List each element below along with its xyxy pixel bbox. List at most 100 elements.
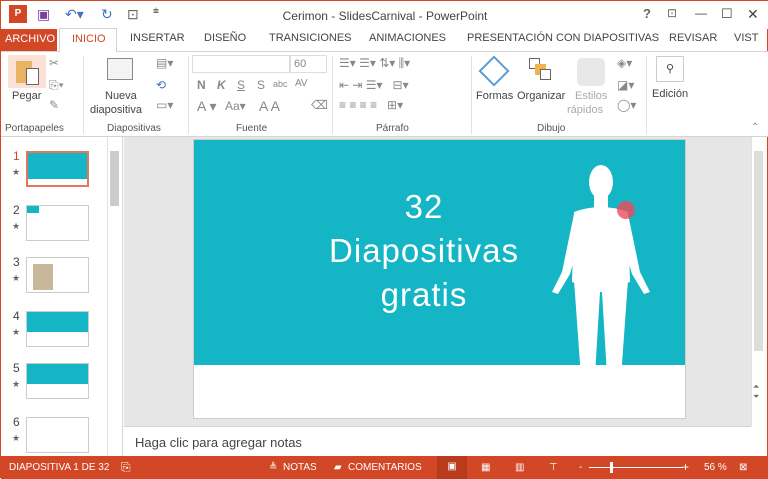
minimize-button[interactable]: — xyxy=(695,6,707,20)
strikethrough-button[interactable]: abc xyxy=(273,79,288,89)
slide-canvas[interactable]: 32 Diapositivas gratis xyxy=(193,139,686,419)
slide-thumbnail[interactable] xyxy=(26,363,89,399)
slide-sorter-button[interactable]: ▦ xyxy=(481,462,490,473)
human-body-illustration xyxy=(552,165,650,392)
italic-button[interactable]: K xyxy=(217,78,226,92)
thumb-number: 5 xyxy=(13,361,20,375)
status-bar: DIAPOSITIVA 1 DE 32 ⎘ ≜ NOTAS ▰ COMENTAR… xyxy=(1,456,768,479)
font-size-input[interactable]: 60 xyxy=(290,55,327,73)
slide-counter: DIAPOSITIVA 1 DE 32 xyxy=(9,462,110,473)
tab-inicio[interactable]: INICIO xyxy=(59,28,117,52)
maximize-button[interactable]: ☐ xyxy=(721,6,733,22)
fit-to-window-icon[interactable]: ⊠ xyxy=(739,462,747,473)
reading-view-button[interactable]: ▥ xyxy=(515,462,524,473)
indent-icon[interactable]: ⇤ ⇥ ☰▾ ⊟▾ xyxy=(339,78,409,92)
pain-point-marker xyxy=(617,201,635,219)
title-bar: P ▣ ↶▾ ↻ ⊡ ⩧ Cerimon - SlidesCarnival - … xyxy=(1,1,768,29)
slide-thumbnail[interactable] xyxy=(26,257,89,293)
zoom-in-button[interactable]: + xyxy=(682,460,689,474)
close-button[interactable]: ✕ xyxy=(747,6,759,23)
animation-star-icon: ★ xyxy=(12,221,21,231)
quick-styles-icon[interactable] xyxy=(577,58,605,86)
slide-scrollbar[interactable]: ⏶ ⏷ xyxy=(751,137,765,426)
layout-icon[interactable]: ▤▾ xyxy=(156,56,173,70)
find-icon[interactable]: ⚲ xyxy=(656,56,684,82)
new-slide-icon[interactable] xyxy=(107,58,133,80)
shadow-button[interactable]: S xyxy=(257,78,265,92)
animation-star-icon: ★ xyxy=(12,273,21,283)
thumb-number: 4 xyxy=(13,309,20,323)
normal-view-button[interactable]: ▣ xyxy=(437,456,467,479)
spellcheck-icon[interactable]: ⎘ xyxy=(121,460,131,475)
editing-label[interactable]: Edición xyxy=(652,88,688,100)
thumb-number: 3 xyxy=(13,255,20,269)
tab-archivo[interactable]: ARCHIVO xyxy=(1,29,57,51)
title-line-3: gratis xyxy=(380,276,468,313)
font-name-input[interactable] xyxy=(192,55,290,73)
comments-button[interactable]: COMENTARIOS xyxy=(348,462,422,473)
tab-presentacion[interactable]: PRESENTACIÓN CON DIAPOSITIVAS xyxy=(467,32,659,44)
zoom-slider[interactable] xyxy=(589,467,683,468)
animation-star-icon: ★ xyxy=(12,167,21,177)
notes-button[interactable]: NOTAS xyxy=(283,462,317,473)
change-case-icon[interactable]: Aa▾ xyxy=(225,99,246,113)
slide-thumbnail[interactable] xyxy=(26,205,89,241)
reset-icon[interactable]: ⟲ xyxy=(156,78,166,92)
quick-styles-label-1[interactable]: Estilos xyxy=(575,90,607,102)
bullets-icon[interactable]: ☰▾ ☰▾ ⇅▾ ⫼▾ xyxy=(339,56,410,71)
arrange-icon[interactable] xyxy=(529,58,551,80)
grow-font-icon[interactable]: A A xyxy=(259,98,280,114)
paste-label[interactable]: Pegar xyxy=(12,90,41,102)
notes-input[interactable]: Haga clic para agregar notas xyxy=(124,426,751,456)
prev-slide-icon[interactable]: ⏶ ⏷ xyxy=(753,382,759,402)
shape-outline-icon[interactable]: ◪▾ xyxy=(617,78,634,92)
collapse-ribbon-icon[interactable]: ⌃ xyxy=(751,122,759,133)
slideshow-button[interactable]: ⊤ xyxy=(549,462,558,473)
font-color-icon[interactable]: A ▾ xyxy=(197,98,216,115)
ribbon-display-button[interactable]: ⊡ xyxy=(667,6,677,20)
align-icon[interactable]: ≡ ≡ ≡ ≡ ⊞▾ xyxy=(339,98,403,112)
bold-button[interactable]: N xyxy=(197,78,206,92)
shapes-icon[interactable] xyxy=(478,55,510,87)
slide-title[interactable]: 32 Diapositivas gratis xyxy=(304,185,544,317)
format-painter-icon[interactable]: ✎ xyxy=(49,98,59,112)
group-label-parrafo: Párrafo xyxy=(376,123,409,134)
comments-icon[interactable]: ▰ xyxy=(334,462,342,473)
copy-icon[interactable]: ⎘▾ xyxy=(49,78,64,93)
tab-diseno[interactable]: DISEÑO xyxy=(204,32,246,44)
clear-format-icon[interactable]: ⌫ xyxy=(311,98,328,112)
shapes-label[interactable]: Formas xyxy=(476,90,513,102)
new-slide-label-1[interactable]: Nueva xyxy=(105,90,137,102)
cut-icon[interactable]: ✂ xyxy=(49,56,59,70)
tab-vista[interactable]: VIST xyxy=(734,32,758,44)
shape-effects-icon[interactable]: ◯▾ xyxy=(617,98,636,112)
zoom-slider-thumb[interactable] xyxy=(610,462,613,473)
slide-thumbnail[interactable] xyxy=(26,311,89,347)
thumb-number: 2 xyxy=(13,203,20,217)
page-icon xyxy=(26,68,39,85)
quick-styles-label-2[interactable]: rápidos xyxy=(567,104,603,116)
animation-star-icon: ★ xyxy=(12,379,21,389)
group-label-dibujo: Dibujo xyxy=(537,123,566,134)
help-button[interactable]: ? xyxy=(643,6,651,21)
group-label-portapapeles: Portapapeles xyxy=(5,123,64,134)
thumbnail-pane: 1 ★ 2 ★ 3 ★ 4 ★ 5 ★ 6 ★ xyxy=(1,137,123,456)
notes-icon[interactable]: ≜ xyxy=(269,462,277,473)
zoom-level[interactable]: 56 % xyxy=(704,462,727,473)
new-slide-label-2[interactable]: diapositiva xyxy=(90,104,142,116)
slide-thumbnail[interactable] xyxy=(26,417,89,453)
tab-insertar[interactable]: INSERTAR xyxy=(130,32,185,44)
title-line-1: 32 xyxy=(404,188,444,225)
tab-transiciones[interactable]: TRANSICIONES xyxy=(269,32,352,44)
paste-button[interactable] xyxy=(8,55,46,88)
spacing-button[interactable]: AV xyxy=(295,78,308,89)
slide-thumbnail[interactable] xyxy=(26,151,89,187)
tab-revisar[interactable]: REVISAR xyxy=(669,32,717,44)
zoom-out-button[interactable]: - xyxy=(579,462,582,473)
tab-animaciones[interactable]: ANIMACIONES xyxy=(369,32,446,44)
section-icon[interactable]: ▭▾ xyxy=(156,98,173,112)
arrange-label[interactable]: Organizar xyxy=(517,90,565,102)
shape-fill-icon[interactable]: ◈▾ xyxy=(617,56,632,70)
thumbnail-scrollbar[interactable] xyxy=(107,137,121,456)
underline-button[interactable]: S xyxy=(237,78,245,92)
